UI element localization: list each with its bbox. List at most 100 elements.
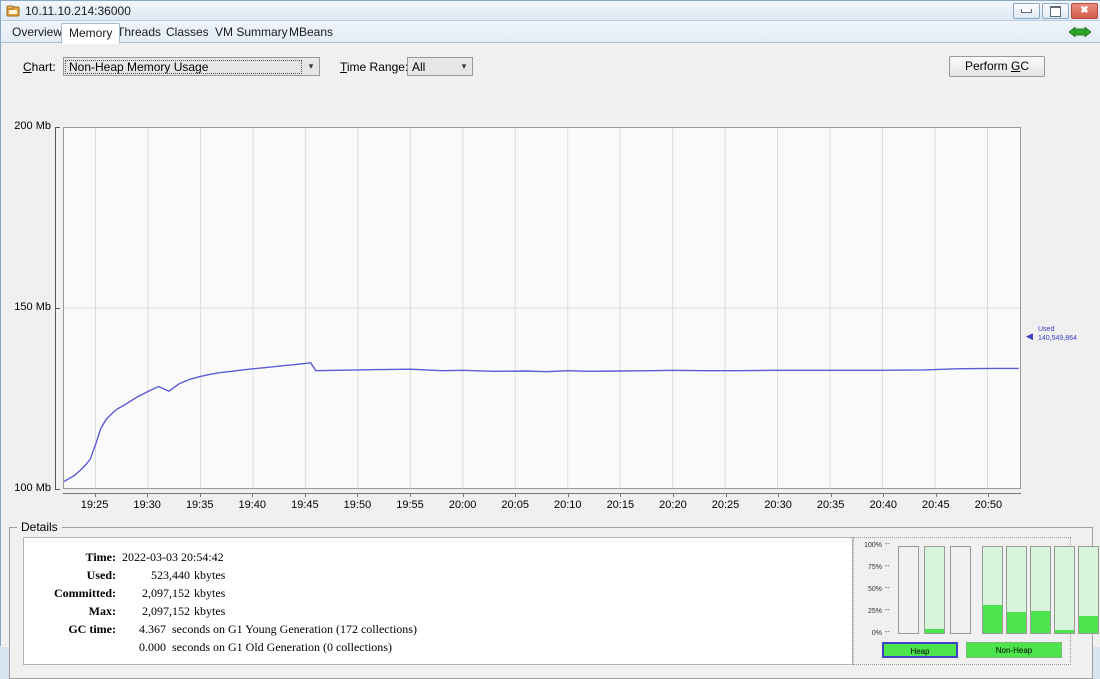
pool-axis-label: 0% [856,630,882,637]
pool-axis-label: 75% [856,564,882,571]
pool-axis-dash: -- [885,607,890,614]
x-axis-label: 20:40 [869,499,897,511]
connection-plug-icon [1069,25,1091,39]
maximize-icon [1050,6,1061,17]
chart-select-value: Non-Heap Memory Usage [65,60,302,74]
x-axis-label: 20:25 [712,499,740,511]
x-axis-tick [936,493,937,497]
nonheap-bar-1[interactable] [982,546,1003,634]
x-axis-tick [305,493,306,497]
heap-bar-3[interactable] [950,546,971,634]
title-bar: 10.11.10.214:36000 ✖ [1,1,1100,21]
nonheap-bar-2[interactable] [1006,546,1027,634]
x-axis-label: 20:45 [922,499,950,511]
x-axis-tick [147,493,148,497]
x-axis-label: 19:25 [81,499,109,511]
chart-toolbar: Chart: Non-Heap Memory Usage ▾ Time Rang… [1,43,1100,73]
nonheap-bar-3[interactable] [1030,546,1051,634]
tab-overview[interactable]: Overview [5,23,69,43]
x-axis-label: 19:35 [186,499,214,511]
heap-button-label: Heap [910,647,929,656]
heap-bar-1[interactable] [898,546,919,634]
details-value-gctime-young: 4.367 [122,622,166,637]
chart-series-svg [64,128,1020,488]
tab-label: MBeans [289,25,333,39]
pool-bar-fill [1079,616,1098,633]
details-value-committed: 2,097,152 [122,586,190,601]
nonheap-bar-4[interactable] [1054,546,1075,634]
nonheap-bar-5[interactable] [1078,546,1099,634]
details-value-max: 2,097,152 [122,604,190,619]
y-axis-tick [55,489,60,490]
chart-label-rest: hart: [32,60,56,74]
jconsole-window: 10.11.10.214:36000 ✖ Overview Memory Thr… [0,0,1100,646]
heap-bar-2[interactable] [924,546,945,634]
pool-axis-label: 25% [856,608,882,615]
x-axis-tick [200,493,201,497]
details-label-max: Max: [24,604,116,619]
pool-bar-fill [1031,611,1050,633]
chevron-down-icon: ▾ [303,61,319,72]
tab-label: Classes [166,25,209,39]
pool-axis-dash: -- [885,629,890,636]
pool-axis-dash: -- [885,563,890,570]
tab-label: Overview [12,25,62,39]
y-axis-label: 100 Mb [14,482,51,494]
nonheap-button[interactable]: Non-Heap [966,642,1062,658]
details-label-committed: Committed: [24,586,116,601]
x-axis-label: 20:15 [607,499,635,511]
x-axis-label: 20:05 [501,499,529,511]
details-suffix-gctime-old: seconds on G1 Old Generation (0 collecti… [172,640,392,655]
x-axis-tick [95,493,96,497]
details-suffix-committed: kbytes [194,586,225,601]
details-value-gctime-old: 0.000 [122,640,166,655]
legend-series-name: Used [1038,325,1077,334]
pool-bar-fill [925,629,944,633]
x-axis-label: 20:30 [764,499,792,511]
pool-bar-fill [1055,630,1074,633]
chart-plot-area[interactable] [63,127,1021,489]
nonheap-button-label: Non-Heap [996,646,1032,655]
x-axis-tick [620,493,621,497]
x-axis-tick [988,493,989,497]
x-axis-tick [515,493,516,497]
close-icon: ✖ [1080,6,1088,16]
y-axis-tick [55,127,60,128]
x-axis-tick [831,493,832,497]
window-controls: ✖ [1013,3,1098,19]
time-range-label-rest: ime Range: [347,60,408,74]
x-axis-label: 20:35 [817,499,845,511]
x-axis-tick [673,493,674,497]
x-axis-tick [778,493,779,497]
pool-axis-dash: -- [885,541,890,548]
heap-button[interactable]: Heap [882,642,958,658]
java-duke-icon [6,4,20,18]
details-value-time: 2022-03-03 20:54:42 [122,550,224,565]
close-button[interactable]: ✖ [1071,3,1098,19]
y-axis-label: 150 Mb [14,301,51,313]
pool-axis-label: 50% [856,586,882,593]
chart-label: Chart: [23,60,56,74]
minimize-button[interactable] [1013,3,1040,19]
chevron-down-icon: ▾ [456,61,472,72]
tab-memory[interactable]: Memory [61,23,120,44]
tab-label: VM Summary [215,25,288,39]
x-axis-label: 20:50 [975,499,1003,511]
x-axis-tick [568,493,569,497]
x-axis-label: 20:00 [449,499,477,511]
pool-axis-dash: -- [885,585,890,592]
tab-mbeans[interactable]: MBeans [282,23,340,43]
perform-gc-mnemonic: G [1011,59,1020,73]
details-label-gctime: GC time: [24,622,116,637]
x-axis-tick [726,493,727,497]
tab-label: Memory [69,26,112,40]
legend-marker-icon: ◀ [1026,331,1033,342]
maximize-button[interactable] [1042,3,1069,19]
pool-axis-label: 100% [856,542,882,549]
x-axis-label: 20:20 [659,499,687,511]
time-range-select-value: All [408,60,456,74]
x-axis-label: 19:30 [133,499,161,511]
details-suffix-max: kbytes [194,604,225,619]
perform-gc-label: Perform GC [965,59,1029,73]
details-label-used: Used: [24,568,116,583]
